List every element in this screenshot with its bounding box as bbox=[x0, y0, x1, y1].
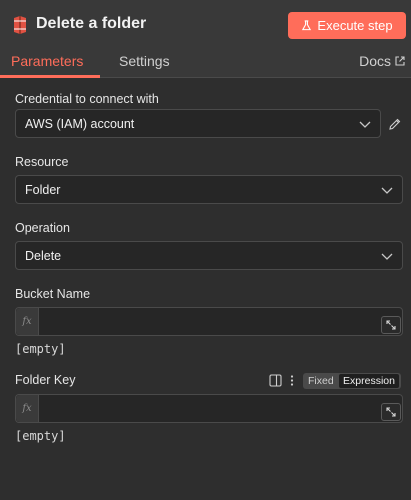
execute-step-button[interactable]: Execute step bbox=[288, 12, 406, 39]
execute-step-label: Execute step bbox=[317, 18, 393, 33]
credential-select[interactable]: AWS (IAM) account bbox=[15, 109, 381, 138]
bucket-name-result: [empty] bbox=[15, 342, 66, 356]
active-tab-indicator bbox=[0, 75, 100, 78]
docs-link[interactable]: Docs bbox=[359, 53, 405, 69]
docs-label: Docs bbox=[359, 53, 391, 69]
expand-icon bbox=[386, 407, 396, 417]
resource-value: Folder bbox=[25, 183, 61, 197]
bucket-name-label: Bucket Name bbox=[15, 287, 91, 301]
operation-select[interactable]: Delete bbox=[15, 241, 403, 270]
folder-key-label: Folder Key bbox=[15, 373, 76, 387]
expand-editor-button[interactable] bbox=[381, 403, 401, 421]
flask-icon bbox=[302, 20, 312, 31]
edit-credential-icon[interactable] bbox=[388, 117, 402, 131]
node-header: Delete a folder Execute step bbox=[0, 0, 411, 50]
resource-select[interactable]: Folder bbox=[15, 175, 403, 204]
external-link-icon bbox=[395, 56, 405, 66]
chevron-down-icon bbox=[381, 187, 393, 194]
toggle-fixed[interactable]: Fixed bbox=[308, 374, 334, 388]
resource-label: Resource bbox=[15, 155, 69, 169]
chevron-down-icon bbox=[381, 253, 393, 260]
credential-label: Credential to connect with bbox=[15, 92, 159, 106]
tab-settings[interactable]: Settings bbox=[119, 53, 170, 69]
tab-bar: Parameters Settings Docs bbox=[0, 50, 411, 78]
chevron-down-icon bbox=[359, 121, 371, 128]
folder-key-result: [empty] bbox=[15, 429, 66, 443]
node-title: Delete a folder bbox=[36, 15, 147, 32]
folder-key-input[interactable]: fx bbox=[15, 394, 403, 423]
tab-parameters[interactable]: Parameters bbox=[11, 53, 83, 69]
aws-s3-icon bbox=[14, 16, 26, 34]
fx-icon: fx bbox=[16, 395, 39, 422]
more-options-icon[interactable] bbox=[289, 374, 295, 387]
expand-editor-button[interactable] bbox=[381, 316, 401, 334]
fx-icon: fx bbox=[16, 308, 39, 335]
bucket-name-input[interactable]: fx bbox=[15, 307, 403, 336]
operation-label: Operation bbox=[15, 221, 70, 235]
expand-icon bbox=[386, 320, 396, 330]
credential-value: AWS (IAM) account bbox=[25, 117, 135, 131]
fixed-expression-toggle: Fixed Expression bbox=[303, 373, 401, 389]
toggle-expression[interactable]: Expression bbox=[339, 374, 399, 388]
panel-icon[interactable] bbox=[269, 374, 282, 387]
operation-value: Delete bbox=[25, 249, 62, 263]
